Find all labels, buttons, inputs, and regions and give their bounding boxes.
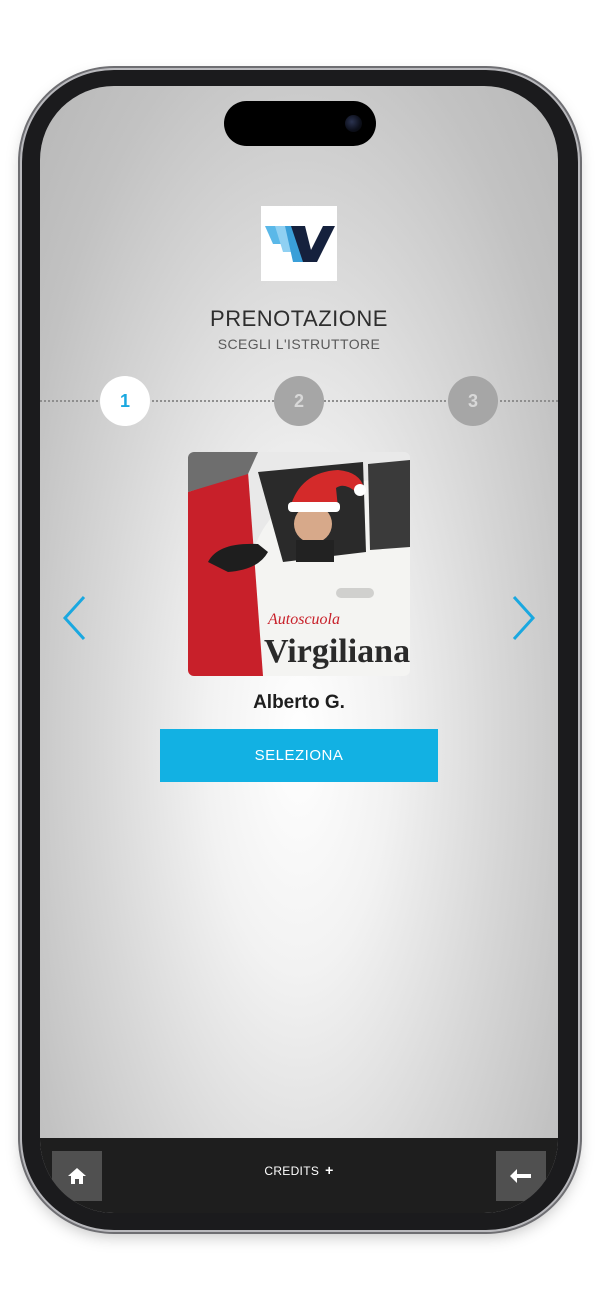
chevron-left-icon (62, 595, 86, 641)
next-instructor-button[interactable] (508, 594, 538, 642)
page-title: PRENOTAZIONE (210, 306, 388, 331)
dynamic-island (224, 101, 376, 146)
credits-label: CREDITS (264, 1164, 320, 1178)
instructor-name: Alberto G. (253, 692, 345, 713)
app-logo (261, 206, 337, 281)
back-arrow-icon (510, 1169, 531, 1183)
plus-icon: + (325, 1162, 334, 1178)
back-button[interactable] (496, 1151, 546, 1201)
car-text-line1: Autoscuola (267, 611, 340, 628)
step-2: 2 (274, 376, 324, 426)
step-3: 3 (448, 376, 498, 426)
page-subtitle: SCEGLI L'ISTRUTTORE (217, 336, 381, 352)
previous-instructor-button[interactable] (60, 594, 90, 642)
step-1: 1 (100, 376, 150, 426)
camera-icon (345, 115, 362, 132)
chevron-right-icon (512, 595, 536, 641)
instructor-photo: Autoscuola Virgiliana (188, 452, 410, 676)
car-text-line2: Virgiliana (264, 633, 410, 670)
app-screen: PRENOTAZIONE SCEGLI L'ISTRUTTORE 1 2 3 A… (40, 86, 558, 1213)
bottom-nav-bar: CREDITS + (40, 1138, 558, 1213)
select-instructor-button[interactable]: SELEZIONA (160, 729, 438, 782)
credits-link[interactable]: CREDITS + (40, 1162, 558, 1178)
